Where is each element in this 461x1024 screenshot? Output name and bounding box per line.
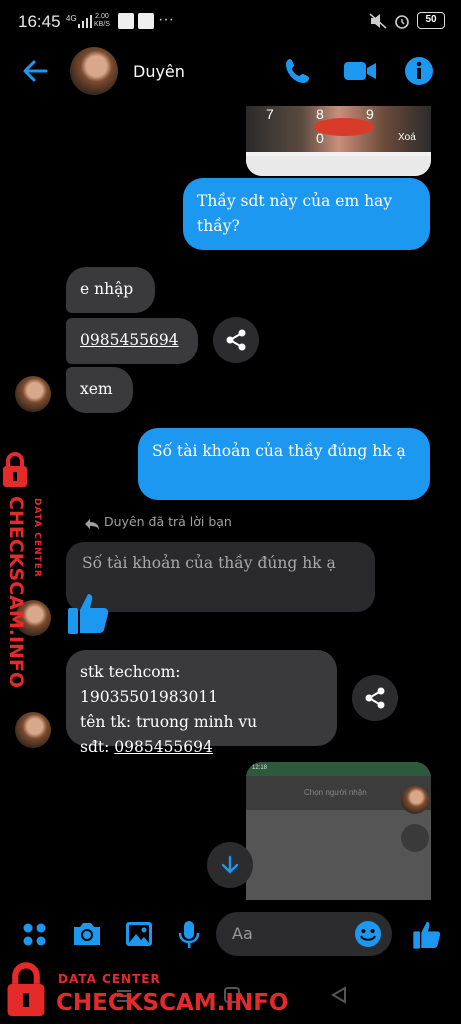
watermark-small-bottom: DATA CENTER xyxy=(58,972,161,986)
account-number-line: stk techcom: 19035501983011 xyxy=(80,663,219,706)
watermark-small-side: DATA CENTER xyxy=(32,498,42,578)
thumbs-up-reaction-icon[interactable] xyxy=(66,588,114,636)
message-outgoing[interactable]: Thầy sdt này của em hay thầy? xyxy=(183,178,430,250)
reply-label: Duyên đã trả lời bạn xyxy=(104,514,232,529)
info-icon[interactable] xyxy=(404,56,434,86)
signal-icon xyxy=(78,15,92,28)
share-icon xyxy=(365,687,385,709)
back-arrow-icon[interactable] xyxy=(20,56,50,86)
watermark-bottom: CHECKSCAM.INFO xyxy=(56,990,289,1016)
mic-icon[interactable] xyxy=(177,920,201,950)
reply-icon xyxy=(85,519,99,530)
message-text: Số tài khoản của thầy đúng hk ạ xyxy=(152,442,406,460)
more-notifications: ··· xyxy=(158,11,174,28)
lock-watermark-icon xyxy=(3,452,27,487)
video-camera-icon[interactable] xyxy=(343,56,377,86)
phone-link[interactable]: 0985455694 xyxy=(114,738,213,756)
input-placeholder: Aa xyxy=(232,924,253,943)
message-bank-info[interactable]: stk techcom: 19035501983011 tên tk: truo… xyxy=(66,650,337,756)
message-input[interactable]: Aa xyxy=(216,912,392,956)
emoji-icon[interactable] xyxy=(354,920,382,948)
contact-avatar-small[interactable] xyxy=(15,376,51,412)
shared-image-top[interactable]: 7 8 9 0 Xoá xyxy=(246,106,431,176)
message-incoming[interactable]: xem xyxy=(66,367,133,413)
scroll-down-button[interactable] xyxy=(207,842,253,888)
mute-vibrate-icon xyxy=(369,12,387,29)
composer: Aa xyxy=(0,908,461,964)
shot-avatar xyxy=(401,786,429,814)
status-bar: 16:45 4G 2.00 KB/S ··· 50 xyxy=(0,0,461,44)
phone-link[interactable]: 0985455694 xyxy=(80,331,179,349)
thumbs-up-icon[interactable] xyxy=(412,918,444,950)
message-text: xem xyxy=(80,380,113,398)
quoted-text: Số tài khoản của thầy đúng hk ạ xyxy=(82,554,336,572)
message-text: e nhập xyxy=(80,280,134,298)
watermark-side: CHECKSCAM.INFO xyxy=(5,496,27,689)
image-icon[interactable] xyxy=(124,920,154,948)
shot-title: Chọn người nhận xyxy=(304,788,367,797)
network-type: 4G xyxy=(66,14,77,23)
contact-avatar[interactable] xyxy=(70,47,118,95)
notification-icon xyxy=(118,13,134,29)
contact-avatar-small[interactable] xyxy=(15,712,51,748)
shared-image-bottom[interactable]: 12:18 Chọn người nhận xyxy=(246,762,431,900)
chat-header: Duyên xyxy=(0,44,461,106)
message-outgoing[interactable]: Số tài khoản của thầy đúng hk ạ xyxy=(138,428,430,500)
phone-line: sđt: 0985455694 xyxy=(80,738,213,756)
message-incoming[interactable]: e nhập xyxy=(66,267,155,313)
account-name-line: tên tk: truong minh vu xyxy=(80,713,258,731)
share-button[interactable] xyxy=(213,317,259,363)
shot-avatar xyxy=(401,824,429,852)
camera-icon[interactable] xyxy=(71,920,103,948)
share-icon xyxy=(226,329,246,351)
back-nav-icon[interactable] xyxy=(330,986,348,1004)
arrow-down-icon xyxy=(221,855,239,874)
alarm-icon xyxy=(395,14,409,29)
message-text: Thầy sdt này của em hay thầy? xyxy=(197,192,393,235)
phone-icon[interactable] xyxy=(283,56,313,86)
notification-icon xyxy=(138,13,154,29)
menu-dots-icon[interactable] xyxy=(22,922,48,948)
contact-name[interactable]: Duyên xyxy=(133,62,185,81)
share-button[interactable] xyxy=(352,675,398,721)
message-incoming-phone[interactable]: 0985455694 xyxy=(66,318,198,364)
battery-indicator: 50 xyxy=(417,12,445,29)
navbar-strip xyxy=(246,156,431,176)
network-speed: 2.00 KB/S xyxy=(94,13,110,28)
lock-watermark-icon xyxy=(7,962,45,1017)
status-time: 16:45 xyxy=(18,12,61,31)
shot-status-bar: 12:18 xyxy=(246,762,431,776)
